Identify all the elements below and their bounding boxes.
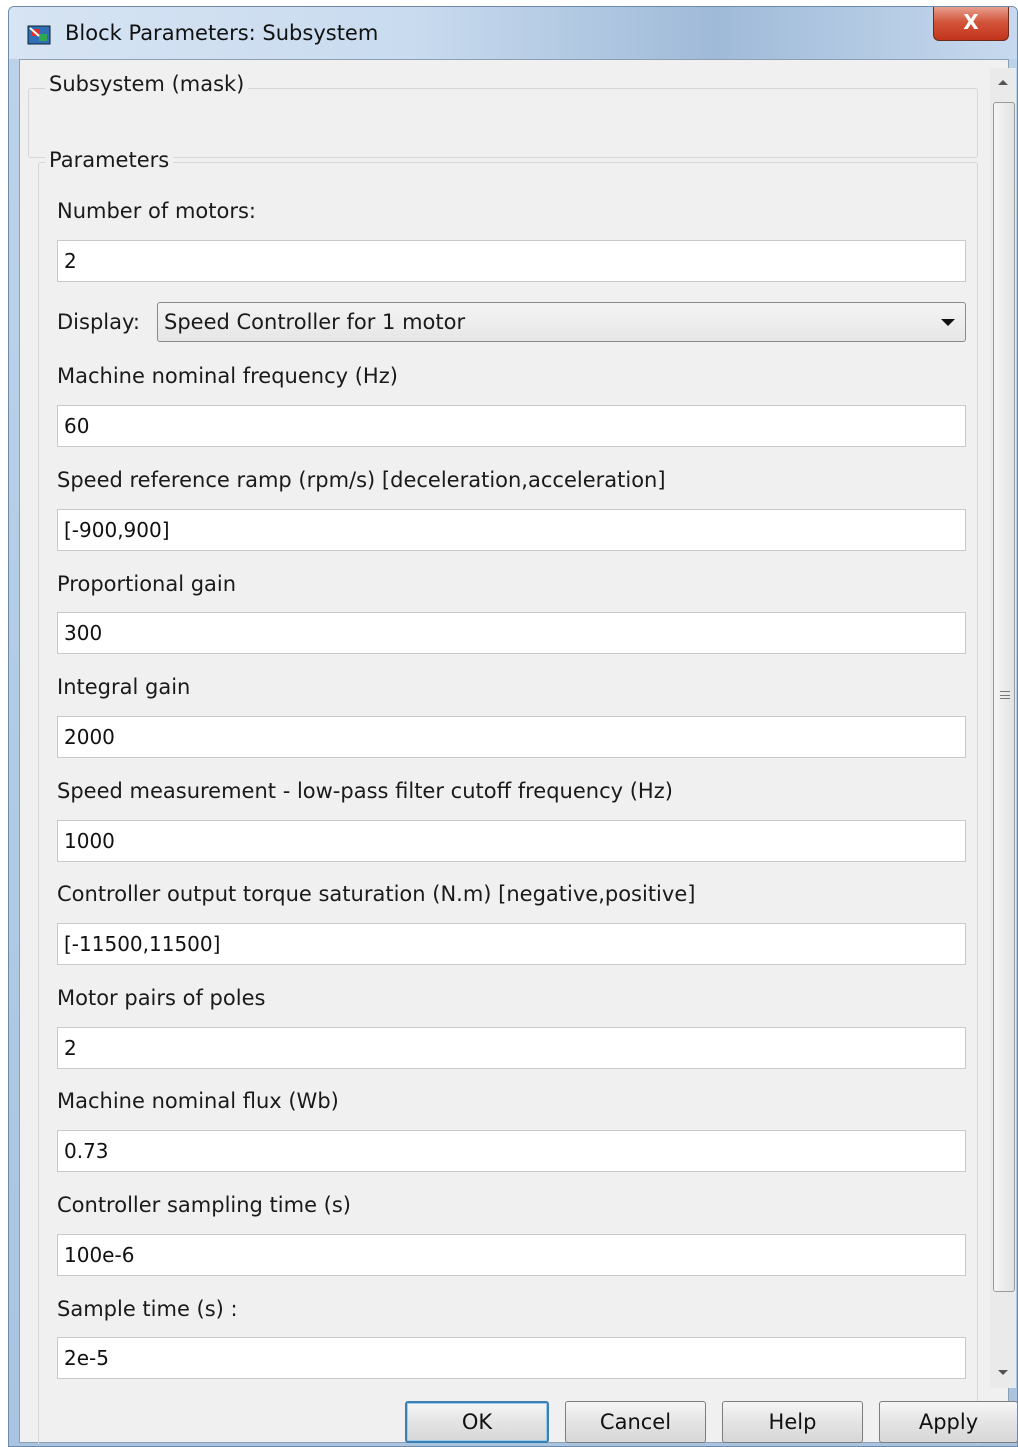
- field-label: Controller sampling time (s): [57, 1193, 351, 1217]
- dialog-client-area: Subsystem (mask) Parameters Number of mo…: [19, 59, 1017, 1444]
- close-button[interactable]: X: [933, 7, 1009, 41]
- window-title: Block Parameters: Subsystem: [65, 21, 379, 45]
- chevron-down-icon: [941, 319, 955, 326]
- mask-title: Subsystem (mask): [45, 71, 249, 97]
- speed-ramp-input[interactable]: [-900,900]: [57, 509, 966, 551]
- nominal-flux-input[interactable]: 0.73: [57, 1130, 966, 1172]
- help-button[interactable]: Help: [722, 1401, 863, 1443]
- controller-sampling-time-input[interactable]: 100e-6: [57, 1234, 966, 1276]
- field-label: Motor pairs of poles: [57, 986, 266, 1010]
- field-label: Machine nominal flux (Wb): [57, 1089, 339, 1113]
- cancel-button[interactable]: Cancel: [565, 1401, 706, 1443]
- simulink-block-icon: [27, 25, 51, 45]
- scroll-thumb[interactable]: [993, 102, 1015, 1292]
- field-label: Machine nominal frequency (Hz): [57, 364, 398, 388]
- display-label: Display:: [57, 310, 140, 334]
- display-dropdown[interactable]: Speed Controller for 1 motor: [157, 302, 966, 342]
- sample-time-input[interactable]: 2e-5: [57, 1337, 966, 1379]
- field-label: Speed measurement - low-pass filter cuto…: [57, 779, 673, 803]
- num-motors-input[interactable]: 2: [57, 240, 966, 282]
- scroll-up-icon[interactable]: [990, 68, 1016, 98]
- title-bar[interactable]: Block Parameters: Subsystem X: [9, 7, 1017, 59]
- torque-saturation-input[interactable]: [-11500,11500]: [57, 923, 966, 965]
- apply-button[interactable]: Apply: [879, 1401, 1017, 1443]
- num-motors-label: Number of motors:: [57, 199, 256, 223]
- parameters-title: Parameters: [45, 147, 174, 173]
- vertical-scrollbar[interactable]: [990, 68, 1016, 1388]
- display-selected-value: Speed Controller for 1 motor: [164, 310, 466, 334]
- integral-gain-input[interactable]: 2000: [57, 716, 966, 758]
- filter-cutoff-input[interactable]: 1000: [57, 820, 966, 862]
- grip-icon: [1000, 691, 1010, 699]
- field-label: Speed reference ramp (rpm/s) [decelerati…: [57, 468, 666, 492]
- field-label: Controller output torque saturation (N.m…: [57, 882, 696, 906]
- scroll-down-icon[interactable]: [990, 1358, 1016, 1388]
- pole-pairs-input[interactable]: 2: [57, 1027, 966, 1069]
- field-label: Sample time (s) :: [57, 1297, 238, 1321]
- field-label: Integral gain: [57, 675, 191, 699]
- nominal-frequency-input[interactable]: 60: [57, 405, 966, 447]
- proportional-gain-input[interactable]: 300: [57, 612, 966, 654]
- block-parameters-dialog: Block Parameters: Subsystem X Subsystem …: [8, 6, 1018, 1447]
- field-label: Proportional gain: [57, 572, 237, 596]
- ok-button[interactable]: OK: [405, 1401, 549, 1443]
